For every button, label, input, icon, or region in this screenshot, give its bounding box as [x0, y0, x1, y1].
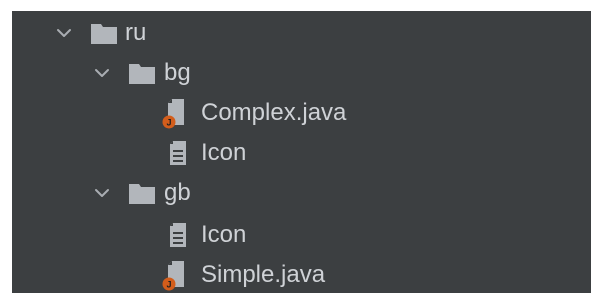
tree-node-label: Icon: [201, 139, 247, 166]
tree-node-simple-java[interactable]: J Simple.java: [12, 255, 591, 293]
folder-icon: [129, 184, 155, 204]
text-file-icon: [170, 223, 186, 247]
tree-node-bg[interactable]: bg: [12, 53, 591, 93]
folder-icon: [91, 24, 117, 44]
svg-text:J: J: [166, 280, 171, 290]
java-file-icon: J: [162, 99, 184, 129]
tree-node-label: Simple.java: [201, 261, 326, 288]
tree-node-label: gb: [164, 179, 191, 206]
tree-node-complex-java[interactable]: J Complex.java: [12, 93, 591, 133]
chevron-down-icon[interactable]: [56, 25, 72, 41]
chevron-down-icon[interactable]: [94, 185, 110, 201]
tree-node-label: Icon: [201, 221, 247, 248]
text-file-icon: [170, 141, 186, 165]
java-file-icon: J: [162, 261, 184, 291]
folder-icon: [129, 64, 155, 84]
tree-node-icon-file[interactable]: Icon: [12, 133, 591, 173]
project-tree-panel: ru bg J Complex.java Icon gb Icon J Simp…: [12, 11, 591, 293]
tree-node-gb[interactable]: gb: [12, 173, 591, 213]
tree-node-ru[interactable]: ru: [12, 13, 591, 53]
tree-node-label: bg: [164, 59, 191, 86]
tree-node-label: ru: [125, 19, 147, 46]
tree-node-icon-file[interactable]: Icon: [12, 215, 591, 255]
chevron-down-icon[interactable]: [94, 65, 110, 81]
svg-text:J: J: [166, 118, 171, 128]
tree-node-label: Complex.java: [201, 99, 347, 126]
